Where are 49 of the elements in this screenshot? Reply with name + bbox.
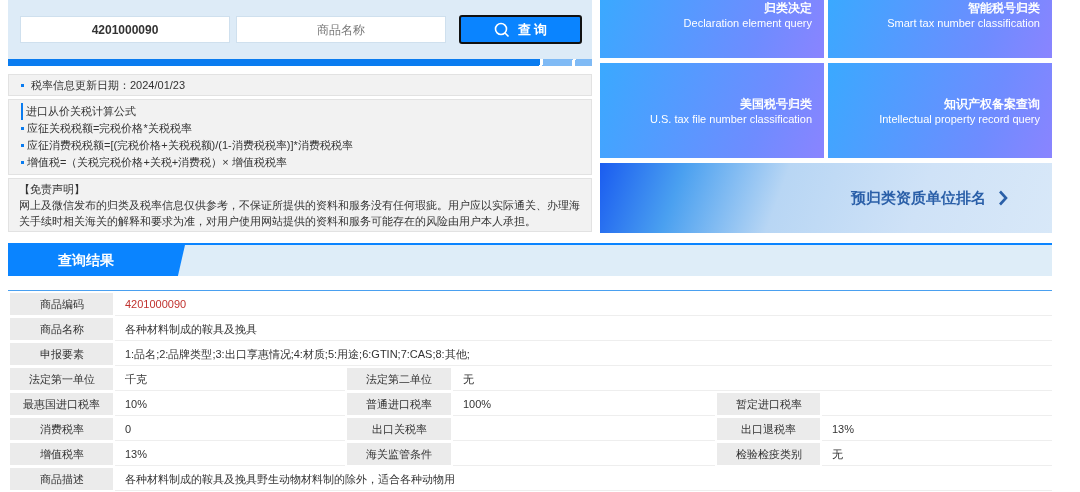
chevron-right-icon [998, 190, 1008, 206]
field-label: 商品名称 [10, 318, 113, 340]
field-value: 无 [453, 368, 1052, 391]
field-label: 申报要素 [10, 343, 113, 365]
field-label: 检验检疫类别 [717, 443, 820, 465]
code-input[interactable]: 4201000090 [20, 16, 230, 44]
formula-title: 进口从价关税计算公式 [21, 103, 579, 120]
formula-text: 应征消费税税额=[(完税价格+关税税额)/(1-消费税税率)]*消费税税率 [27, 138, 353, 153]
field-value: 0 [115, 418, 345, 441]
bullet-icon [21, 127, 24, 130]
field-label: 暂定进口税率 [717, 393, 820, 415]
bullet-icon [21, 144, 24, 147]
field-value: 4201000090 [115, 293, 1052, 316]
search-button[interactable]: 查 询 [459, 15, 582, 45]
field-label: 消费税率 [10, 418, 113, 440]
disclaimer-text: 网上及微信发布的归类及税率信息仅供参考，不保证所提供的资料和服务没有任何瑕疵。用户应以实际通关、办理海关手续时相关海关的解释和要求为准，对用户使用网站提供的资料和服务可能存在的风险由用户本人承担。 [19, 198, 581, 229]
field-value: 1:品名;2:品牌类型;3:出口享惠情况;4:材质;5:用途;6:GTIN;7:CAS;8:其他; [115, 343, 1052, 366]
feature-tile[interactable]: 知识产权备案查询 Intellectual property record query [828, 63, 1052, 158]
feature-tile[interactable]: 美国税号归类 U.S. tax file number classification [600, 63, 824, 158]
field-label: 商品描述 [10, 468, 113, 490]
field-label: 出口退税率 [717, 418, 820, 440]
field-label: 法定第一单位 [10, 368, 113, 390]
formula-text: 应征关税税额=完税价格*关税税率 [27, 121, 192, 136]
section-title: 查询结果 [8, 245, 185, 276]
search-icon [493, 21, 510, 38]
name-input[interactable]: 商品名称 [236, 16, 446, 44]
field-label: 海关监管条件 [347, 443, 451, 465]
field-value: 各种材料制成的鞍具及挽具野生动物材料制的除外，适合各种动物用 [115, 468, 1052, 491]
field-label: 最惠国进口税率 [10, 393, 113, 415]
ranking-banner[interactable]: 预归类资质单位排名 [600, 163, 1052, 233]
feature-tile[interactable]: 归类决定 Declaration element query [600, 0, 824, 58]
field-value: 各种材料制成的鞍具及挽具 [115, 318, 1052, 341]
field-value: 100% [453, 393, 715, 416]
field-value: 无 [822, 443, 1052, 466]
field-label: 普通进口税率 [347, 393, 451, 415]
field-label: 商品编码 [10, 293, 113, 315]
bullet-icon [21, 161, 24, 164]
update-date-text: 税率信息更新日期：2024/01/23 [31, 77, 186, 93]
field-label: 出口关税率 [347, 418, 451, 440]
field-value: 千克 [115, 368, 345, 391]
formula-text: 增值税=（关税完税价格+关税+消费税）× 增值税税率 [27, 155, 287, 170]
bullet-icon [21, 83, 24, 87]
feature-tile[interactable]: 智能税号归类 Smart tax number classification [828, 0, 1052, 58]
field-label: 增值税率 [10, 443, 113, 465]
field-value: 13% [115, 443, 345, 466]
field-value: 10% [115, 393, 345, 416]
field-label: 法定第二单位 [347, 368, 451, 390]
field-value: 13% [822, 418, 1052, 441]
disclaimer-title: 【免责声明】 [19, 182, 86, 197]
